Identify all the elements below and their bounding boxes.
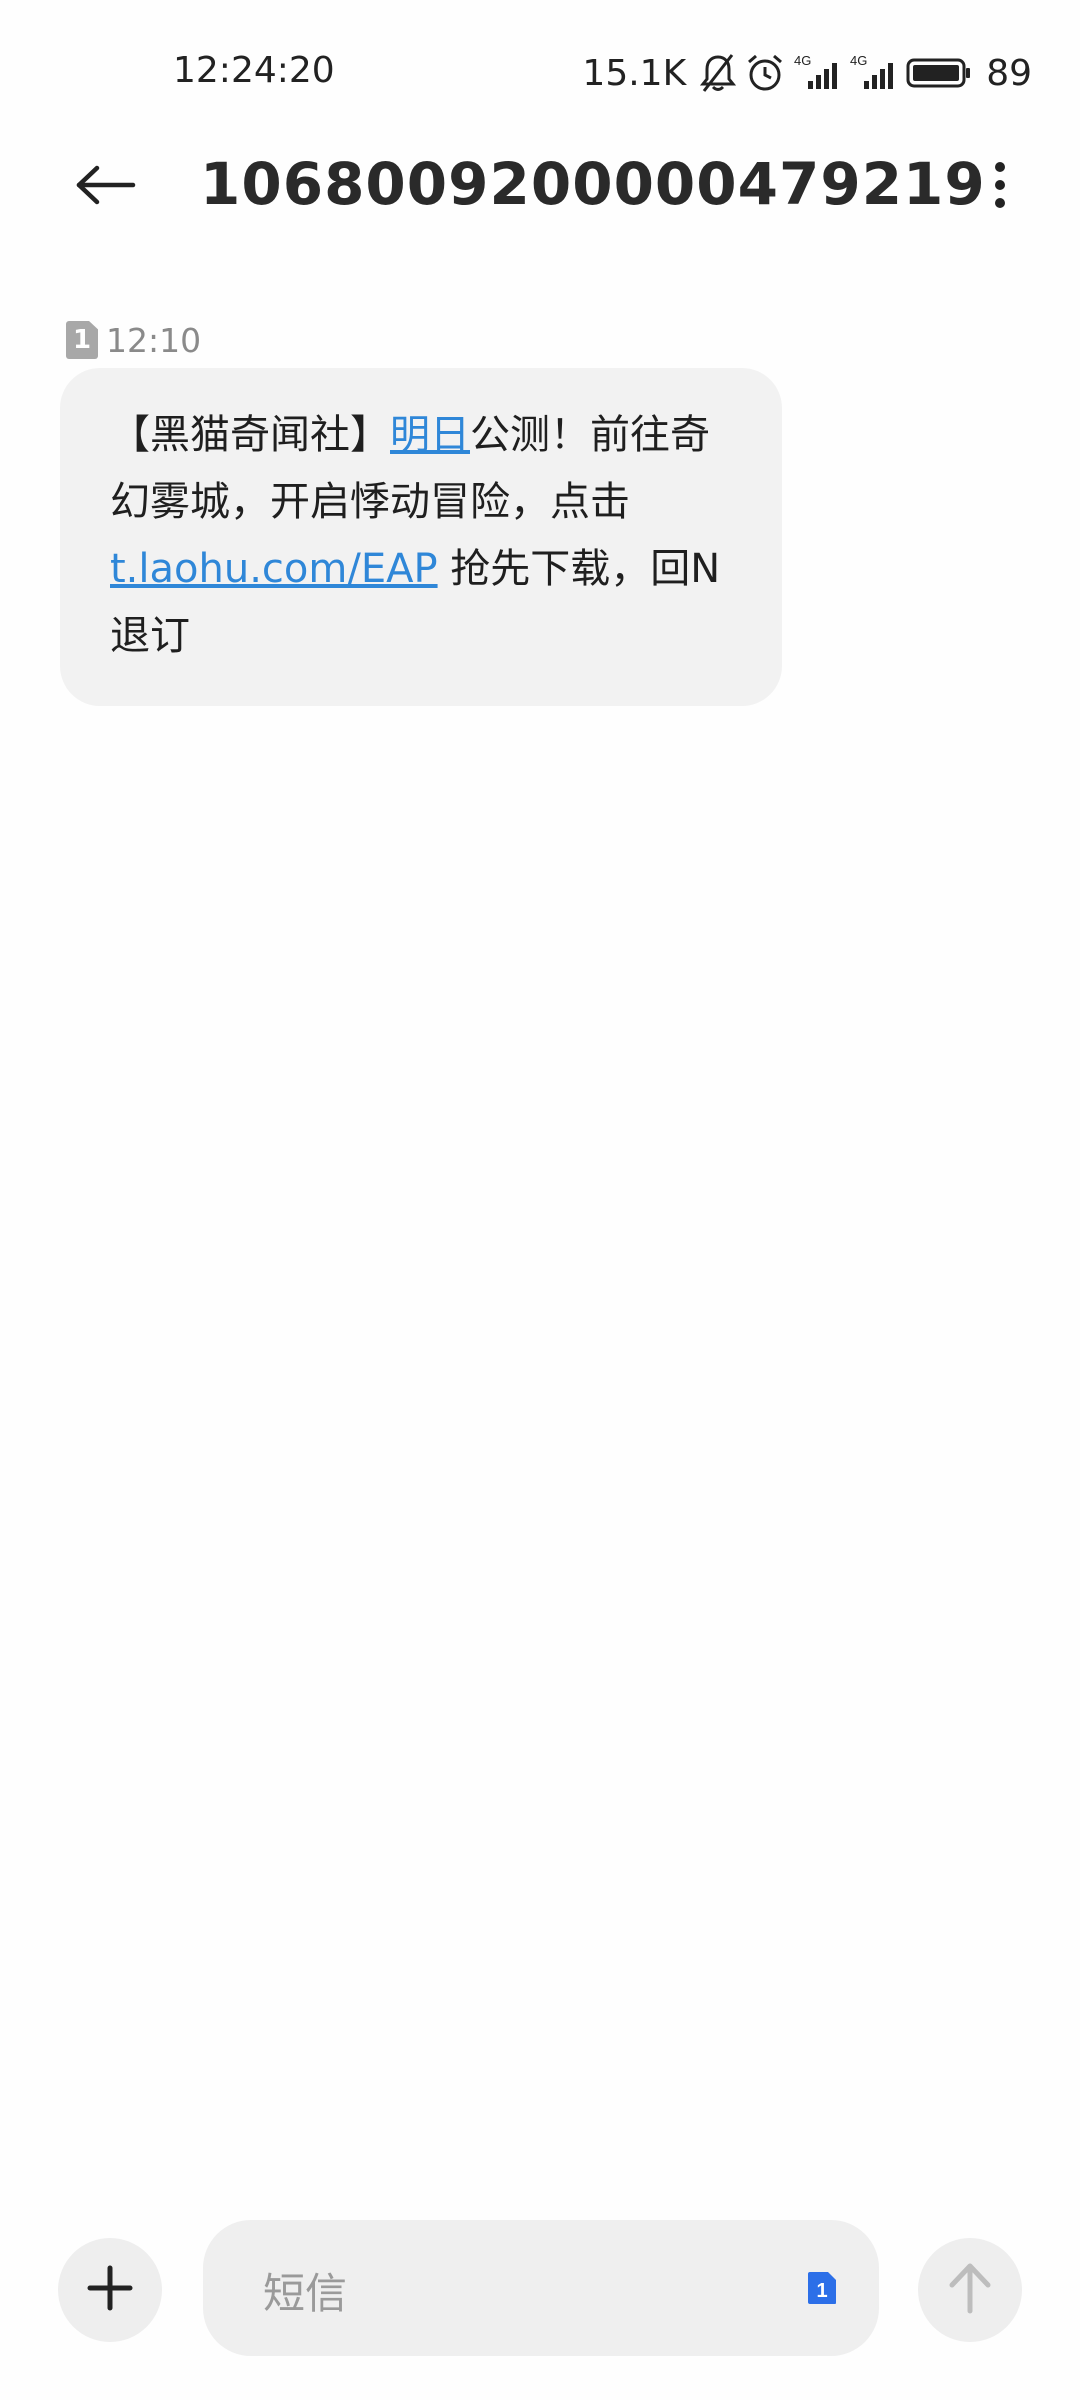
message-input-placeholder: 短信 <box>263 2269 348 2318</box>
battery-level: 89 <box>986 52 1032 94</box>
status-indicators: 15.1K 4G 4G 89 <box>582 48 1032 98</box>
message-input[interactable]: 短信 1 <box>203 2220 879 2356</box>
sim-card-icon: 1 <box>808 2272 836 2304</box>
signal-4g-icon: 4G <box>794 53 840 93</box>
battery-icon <box>906 57 972 89</box>
more-vertical-icon <box>993 161 1007 213</box>
message-time: 12:10 <box>106 320 202 360</box>
sim-selector-button[interactable]: 1 <box>805 2270 839 2306</box>
status-bar: 12:24:20 15.1K 4G 4G 89 <box>0 0 1080 150</box>
message-link-date[interactable]: 明日 <box>390 412 470 458</box>
conversation-header: 1068009200000479219 <box>0 130 1080 240</box>
message-text: 【黑猫奇闻社】 <box>110 412 390 458</box>
arrow-up-icon <box>947 2261 993 2319</box>
message-link-url[interactable]: t.laohu.com/EAP <box>110 546 438 592</box>
arrow-left-icon <box>75 165 137 209</box>
status-time: 12:24:20 <box>173 50 335 91</box>
sim-card-icon: 1 <box>66 321 98 359</box>
network-speed: 15.1K <box>582 52 687 94</box>
sim-number: 1 <box>816 2280 827 2302</box>
bell-off-icon <box>700 53 737 93</box>
alarm-icon <box>746 53 784 93</box>
svg-text:4G: 4G <box>794 53 811 68</box>
signal-4g-icon: 4G <box>850 53 896 93</box>
message-meta: 1 12:10 <box>66 320 201 360</box>
more-options-button[interactable] <box>970 152 1030 222</box>
send-button[interactable] <box>918 2238 1022 2342</box>
conversation-title: 1068009200000479219 <box>200 150 986 218</box>
message-bubble[interactable]: 【黑猫奇闻社】明日公测！前往奇幻雾城，开启悸动冒险，点击t.laohu.com/… <box>60 368 782 706</box>
add-attachment-button[interactable] <box>58 2238 162 2342</box>
svg-text:4G: 4G <box>850 53 867 68</box>
back-button[interactable] <box>66 152 146 222</box>
plus-icon <box>87 2265 133 2315</box>
